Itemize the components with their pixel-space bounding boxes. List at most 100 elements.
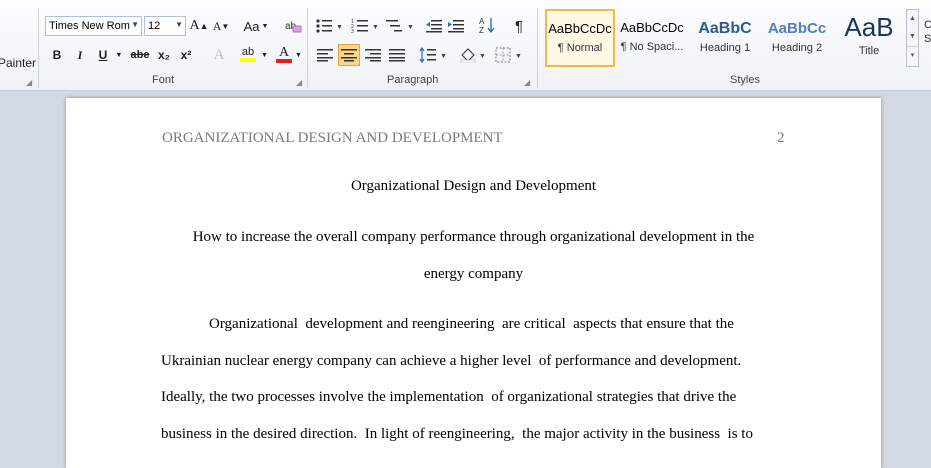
increase-indent-icon <box>448 20 464 33</box>
caret-up-icon: ▲ <box>199 21 209 31</box>
font-group-label: Font <box>152 74 175 86</box>
page-number[interactable]: 2 <box>777 130 785 147</box>
chevron-down-icon: ▼ <box>261 22 269 30</box>
style-heading-1[interactable]: AaBbC Heading 1 <box>690 9 760 67</box>
document-title[interactable]: Organizational Design and Development <box>66 178 881 195</box>
chevron-down-icon: ▼ <box>175 20 183 29</box>
decrease-indent-icon <box>426 20 442 33</box>
change-styles-c: C <box>924 19 931 31</box>
change-styles-s: S <box>924 33 931 45</box>
sort-az-icon: AZ <box>479 17 495 34</box>
font-color-bar <box>276 58 292 63</box>
font-launcher-icon[interactable]: ◢ <box>296 78 302 87</box>
svg-text:▼: ▼ <box>407 24 414 31</box>
borders-button[interactable]: ▼ <box>494 44 524 66</box>
format-painter-button[interactable]: Painter <box>0 52 36 74</box>
body-line[interactable]: Ukrainian nuclear energy company can ach… <box>161 353 741 370</box>
align-center-icon <box>341 49 357 62</box>
ribbon: Painter ◢ Times New Rom ▼ 12 ▼ A ▲ A ▼ Aa ▼… <box>0 0 931 91</box>
subscript-button[interactable]: x₂ <box>154 44 174 66</box>
style-sample: AaBbCc <box>767 20 827 37</box>
gallery-more-icon[interactable]: ▾ <box>907 46 918 65</box>
body-line[interactable]: business in the desired direction. In li… <box>161 426 753 443</box>
subtitle-line-2[interactable]: energy company <box>66 266 881 283</box>
borders-icon: ▼ <box>495 47 522 63</box>
style-sample: AaBbCcDc <box>548 21 612 36</box>
document-page[interactable]: ORGANIZATIONAL DESIGN AND DEVELOPMENT 2 … <box>66 98 881 468</box>
running-head[interactable]: ORGANIZATIONAL DESIGN AND DEVELOPMENT <box>162 130 503 147</box>
body-line[interactable]: Organizational development and reenginee… <box>209 316 734 333</box>
grow-font-label: A <box>189 18 200 33</box>
strikethrough-button[interactable]: abe <box>128 44 152 66</box>
numbering-button[interactable]: 1 2 3 ▼ <box>350 15 380 37</box>
highlight-button[interactable]: ab <box>236 43 260 65</box>
underline-dropdown-icon[interactable]: ▼ <box>114 44 124 66</box>
superscript-button[interactable]: x² <box>176 44 196 66</box>
caret-down-icon: ▼ <box>221 21 230 31</box>
svg-text:▼: ▼ <box>479 53 486 60</box>
text-effects-button[interactable]: A <box>208 44 230 66</box>
multilevel-list-icon: ▼ <box>386 20 414 32</box>
svg-text:▼: ▼ <box>515 53 522 60</box>
paragraph-group-label: Paragraph <box>387 74 439 86</box>
bold-button[interactable]: B <box>47 44 67 66</box>
grow-font-button[interactable]: A ▲ <box>189 15 209 37</box>
change-case-button[interactable]: Aa ▼ <box>242 15 270 37</box>
show-formatting-button[interactable]: ¶ <box>508 15 530 37</box>
style-normal[interactable]: AaBbCcDc ¶ Normal <box>545 9 615 67</box>
svg-text:Z: Z <box>479 26 484 34</box>
style-sample: AaB <box>844 12 894 42</box>
style-sample: AaBbC <box>698 20 752 37</box>
align-right-icon <box>365 49 381 62</box>
scroll-up-icon[interactable]: ▲ <box>907 10 918 28</box>
style-no-spacing[interactable]: AaBbCcDc ¶ No Spaci... <box>617 9 687 67</box>
change-styles-label[interactable]: C S <box>924 18 931 46</box>
styles-gallery-scroll[interactable]: ▲ ▼ ▾ <box>906 9 919 67</box>
shading-button[interactable]: ▼ <box>458 44 488 66</box>
bullets-icon: ▼ <box>316 19 343 33</box>
font-color-label: A <box>278 44 290 60</box>
style-title[interactable]: AaB Title <box>834 9 904 67</box>
clear-formatting-icon: ab <box>285 21 302 33</box>
font-family-value: Times New Rom <box>49 20 130 32</box>
align-right-button[interactable] <box>362 44 384 66</box>
font-size-combo[interactable]: 12 ▼ <box>144 16 186 36</box>
shrink-font-label: A <box>212 18 222 33</box>
font-family-combo[interactable]: Times New Rom ▼ <box>45 16 142 36</box>
align-left-button[interactable] <box>314 44 336 66</box>
style-heading-2[interactable]: AaBbCc Heading 2 <box>762 9 832 67</box>
body-line[interactable]: Ideally, the two processes involve the i… <box>161 389 736 406</box>
underline-button[interactable]: U <box>93 44 113 66</box>
sort-button[interactable]: AZ <box>476 14 498 36</box>
styles-group-label: Styles <box>730 74 760 86</box>
justify-button[interactable] <box>386 44 408 66</box>
line-spacing-button[interactable]: ▼ <box>418 44 448 66</box>
font-color-dropdown-icon[interactable]: ▼ <box>294 44 303 66</box>
justify-icon <box>389 49 405 62</box>
separator <box>537 8 538 88</box>
style-sample: AaBbCcDc <box>620 20 684 35</box>
font-color-button[interactable]: A <box>274 43 294 65</box>
scroll-down-icon[interactable]: ▼ <box>907 28 918 46</box>
increase-indent-button[interactable] <box>446 15 466 37</box>
clear-formatting-button[interactable]: ab <box>282 15 304 37</box>
numbering-icon: 123▼ <box>351 19 379 34</box>
svg-text:▼: ▼ <box>440 53 447 60</box>
paragraph-launcher-icon[interactable]: ◢ <box>524 78 530 87</box>
separator <box>38 8 39 88</box>
decrease-indent-button[interactable] <box>424 15 444 37</box>
svg-text:▼: ▼ <box>336 24 343 31</box>
style-name: Heading 2 <box>771 42 823 54</box>
svg-text:A: A <box>479 17 485 26</box>
align-center-button[interactable] <box>338 44 360 66</box>
clipboard-launcher-icon[interactable]: ◢ <box>26 78 32 87</box>
highlight-dropdown-icon[interactable]: ▼ <box>260 44 269 66</box>
italic-button[interactable]: I <box>70 44 90 66</box>
shading-bucket-icon: ▼ <box>460 48 486 63</box>
subtitle-line-1[interactable]: How to increase the overall company perf… <box>66 229 881 246</box>
multilevel-list-button[interactable]: ▼ <box>385 15 415 37</box>
font-size-value: 12 <box>148 20 161 32</box>
style-name: ¶ No Spaci... <box>620 41 684 53</box>
shrink-font-button[interactable]: A ▼ <box>211 15 231 37</box>
bullets-button[interactable]: ▼ <box>314 15 344 37</box>
